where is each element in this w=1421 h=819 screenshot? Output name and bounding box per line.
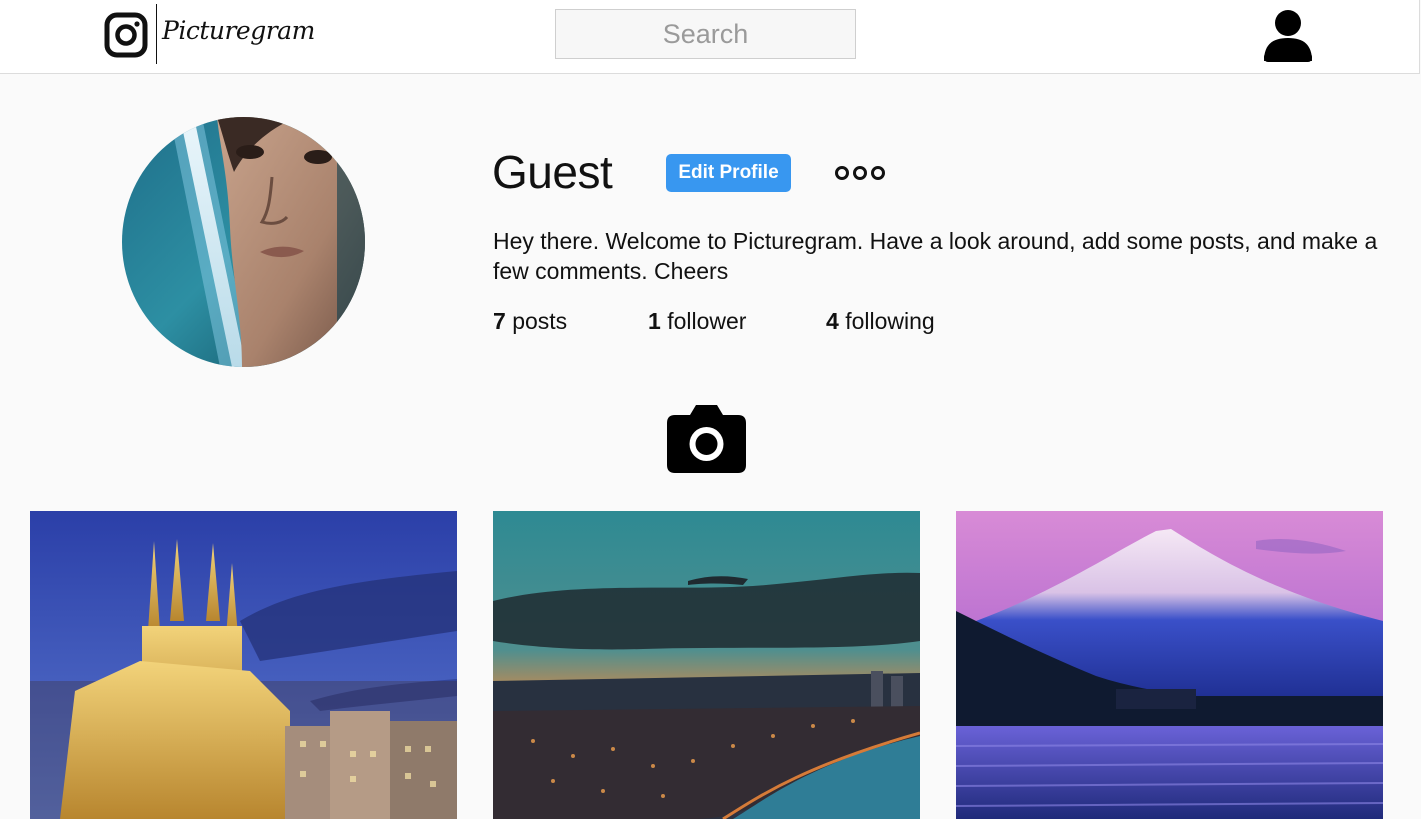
following-count-stat[interactable]: 4 following — [826, 308, 935, 335]
logo-divider — [156, 4, 157, 64]
search-input[interactable] — [555, 9, 856, 59]
camera-icon[interactable] — [666, 403, 747, 474]
post-thumbnail-1[interactable] — [30, 511, 457, 819]
profile-avatar — [122, 117, 365, 367]
brand-name[interactable]: Picturegram — [162, 16, 315, 45]
following-label: following — [845, 308, 935, 334]
posts-label: posts — [512, 308, 568, 334]
posts-count: 7 — [493, 308, 506, 334]
post-thumbnail-2[interactable] — [493, 511, 920, 819]
following-count: 4 — [826, 308, 839, 334]
profile-username: Guest — [492, 146, 613, 198]
top-navigation-bar: Picturegram — [0, 0, 1420, 74]
followers-count: 1 — [648, 308, 661, 334]
camera-logo-icon[interactable] — [104, 12, 148, 58]
followers-label: follower — [667, 308, 747, 334]
followers-count-stat[interactable]: 1 follower — [648, 308, 746, 335]
user-icon[interactable] — [1262, 9, 1314, 63]
posts-count-stat[interactable]: 7 posts — [493, 308, 567, 335]
post-thumbnail-3[interactable] — [956, 511, 1383, 819]
more-options-icon[interactable] — [834, 164, 886, 182]
profile-bio: Hey there. Welcome to Picturegram. Have … — [493, 228, 1378, 284]
edit-profile-button[interactable]: Edit Profile — [666, 154, 791, 192]
